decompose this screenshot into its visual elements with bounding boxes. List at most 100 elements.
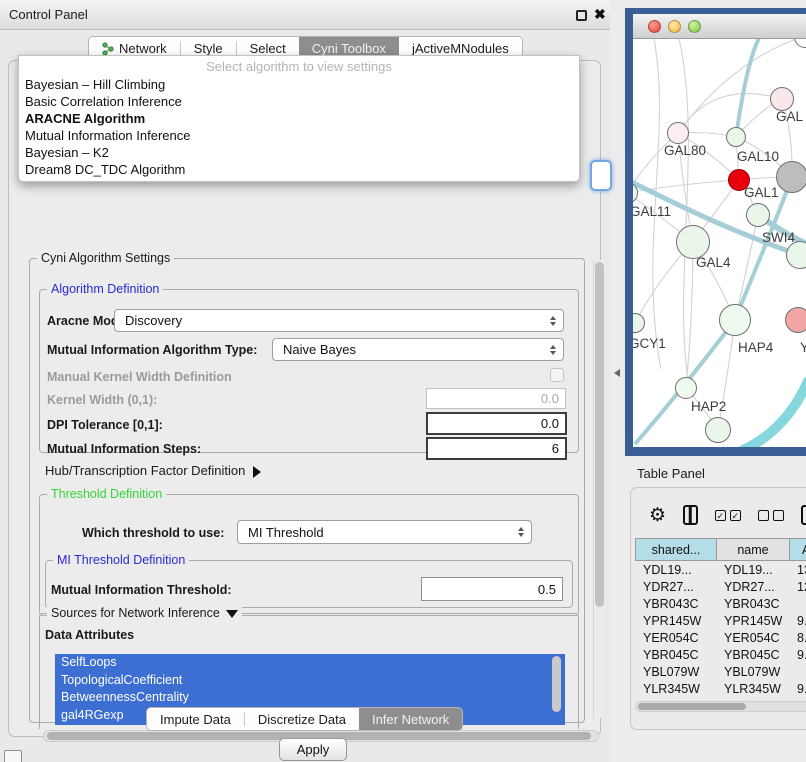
cell[interactable]: YBL079W <box>716 663 789 680</box>
node-pink-top[interactable] <box>770 87 794 111</box>
cell[interactable]: YLR345W <box>635 680 716 697</box>
tab-impute-data[interactable]: Impute Data <box>147 708 244 730</box>
menu-item-selected[interactable]: ARACNE Algorithm <box>19 110 579 127</box>
close-icon[interactable]: ✖ <box>594 6 606 23</box>
cell[interactable]: 13 <box>789 561 806 578</box>
columns-icon[interactable] <box>683 505 698 525</box>
cell[interactable]: YBR045C <box>635 646 716 663</box>
menu-item[interactable]: Mutual Information Inference <box>19 127 579 144</box>
cell[interactable]: YIL052C <box>635 697 716 698</box>
cell[interactable]: YER054C <box>716 629 789 646</box>
cell[interactable] <box>789 663 806 680</box>
float-icon[interactable] <box>576 10 587 21</box>
cell[interactable]: YBR043C <box>635 595 716 612</box>
cell[interactable]: YDL19... <box>635 561 716 578</box>
node-gal10[interactable] <box>726 127 746 147</box>
which-threshold-combo[interactable]: MI Threshold <box>237 520 532 544</box>
cell[interactable]: YBR045C <box>716 646 789 663</box>
cell[interactable]: 12 <box>789 578 806 595</box>
cell[interactable]: YDL19... <box>716 561 789 578</box>
close-traffic-light[interactable] <box>648 20 661 33</box>
list-item[interactable]: TopologicalCoefficient <box>55 672 565 690</box>
column-header[interactable]: shared... <box>635 538 716 561</box>
aracne-mode-combo[interactable]: Discovery <box>114 309 564 332</box>
gear-icon[interactable]: ⚙ <box>649 506 666 525</box>
table-horizontal-scrollbar[interactable] <box>635 701 806 712</box>
cell[interactable]: YIL052C <box>716 697 789 698</box>
scrollbar-thumb[interactable] <box>638 703 746 710</box>
minimize-traffic-light[interactable] <box>668 20 681 33</box>
node-gray-large[interactable] <box>776 161 806 193</box>
table-row[interactable]: YPR145W YPR145W 9. <box>635 612 806 629</box>
file-icon[interactable] <box>801 505 806 525</box>
menu-item[interactable]: Basic Correlation Inference <box>19 93 579 110</box>
cell[interactable]: YPR145W <box>635 612 716 629</box>
mi-steps-field[interactable]: 6 <box>426 437 567 460</box>
network-window-titlebar[interactable] <box>633 14 806 39</box>
node-salmon-right[interactable] <box>785 307 806 333</box>
aracne-mode-value: Discovery <box>125 313 182 328</box>
list-item[interactable]: SelfLoops <box>55 654 565 672</box>
cell[interactable]: YBL079W <box>635 663 716 680</box>
cell[interactable]: 9. <box>789 680 806 697</box>
kernel-width-field[interactable]: 0.0 <box>426 388 566 409</box>
split-pane-collapse-arrow[interactable] <box>614 369 620 377</box>
scrollbar-thumb[interactable] <box>595 262 604 607</box>
cell[interactable]: 8. <box>789 629 806 646</box>
cell[interactable]: 9 <box>789 697 806 698</box>
unchecked-boxes-icon[interactable] <box>758 510 784 521</box>
apply-button[interactable]: Apply <box>279 738 347 761</box>
sources-title[interactable]: Sources for Network Inference <box>47 606 242 620</box>
table-row[interactable]: YBR043C YBR043C <box>635 595 806 612</box>
list-scrollbar[interactable] <box>552 656 561 712</box>
node-swi4[interactable] <box>746 203 770 227</box>
node-green-right[interactable] <box>786 241 806 269</box>
node-table[interactable]: shared... name A YDL19... YDL19... 13 YD… <box>635 538 806 698</box>
table-row[interactable]: YER054C YER054C 8. <box>635 629 806 646</box>
dpi-tolerance-field[interactable]: 0.0 <box>426 412 567 435</box>
settings-vertical-scrollbar[interactable] <box>593 260 605 718</box>
column-header[interactable]: name <box>716 538 789 561</box>
cell[interactable]: YDR27... <box>716 578 789 595</box>
list-item[interactable]: BetweennessCentrality <box>55 689 565 707</box>
checked-boxes-icon[interactable]: ✓✓ <box>715 510 741 521</box>
tab-discretize-data[interactable]: Discretize Data <box>245 708 359 730</box>
manual-kernel-checkbox[interactable] <box>550 368 564 382</box>
table-row[interactable]: YBR045C YBR045C 9. <box>635 646 806 663</box>
hub-definition-toggle[interactable]: Hub/Transcription Factor Definition <box>45 463 261 478</box>
cell[interactable]: YDR27... <box>635 578 716 595</box>
node-bottom-partial[interactable] <box>705 417 731 443</box>
mi-threshold-field[interactable]: 0.5 <box>421 577 563 601</box>
menu-item[interactable]: Dream8 DC_TDC Algorithm <box>19 161 579 178</box>
zoom-traffic-light[interactable] <box>688 20 701 33</box>
cell[interactable]: 9. <box>789 646 806 663</box>
network-canvas[interactable]: GAL GAL80 GAL10 GAL1 GAL11 SWI4 GAL4 GCY… <box>633 39 806 447</box>
node-label: GAL10 <box>737 149 779 164</box>
cell[interactable]: 9. <box>789 612 806 629</box>
table-row[interactable]: YLR345W YLR345W 9. <box>635 680 806 697</box>
cell[interactable]: YBR043C <box>716 595 789 612</box>
cell[interactable] <box>789 595 806 612</box>
cell[interactable]: YER054C <box>635 629 716 646</box>
cell[interactable]: YPR145W <box>716 612 789 629</box>
mi-type-combo[interactable]: Naive Bayes <box>272 338 564 361</box>
tab-cyni-toolbox-label: Cyni Toolbox <box>312 41 386 56</box>
inference-algorithm-combo-fragment[interactable] <box>590 160 612 191</box>
algorithm-dropdown-popup: Select algorithm to view settings Bayesi… <box>18 55 580 182</box>
column-header[interactable]: A <box>789 538 806 561</box>
cell[interactable]: YLR345W <box>716 680 789 697</box>
tab-infer-network-label: Infer Network <box>372 712 449 727</box>
menu-item[interactable]: Bayesian – K2 <box>19 144 579 161</box>
table-row[interactable]: YIL052C YIL052C 9 <box>635 697 806 698</box>
node-gal80[interactable] <box>667 122 689 144</box>
table-row[interactable]: YDL19... YDL19... 13 <box>635 561 806 578</box>
node-hap2[interactable] <box>675 377 697 399</box>
node-gal4[interactable] <box>676 225 710 259</box>
node-hap4[interactable] <box>719 304 751 336</box>
mi-steps-value: 6 <box>552 441 559 456</box>
tab-infer-network[interactable]: Infer Network <box>359 708 462 730</box>
table-row[interactable]: YBL079W YBL079W <box>635 663 806 680</box>
table-row[interactable]: YDR27... YDR27... 12 <box>635 578 806 595</box>
menu-item[interactable]: Bayesian – Hill Climbing <box>19 76 579 93</box>
docked-window-icon[interactable] <box>4 750 22 762</box>
